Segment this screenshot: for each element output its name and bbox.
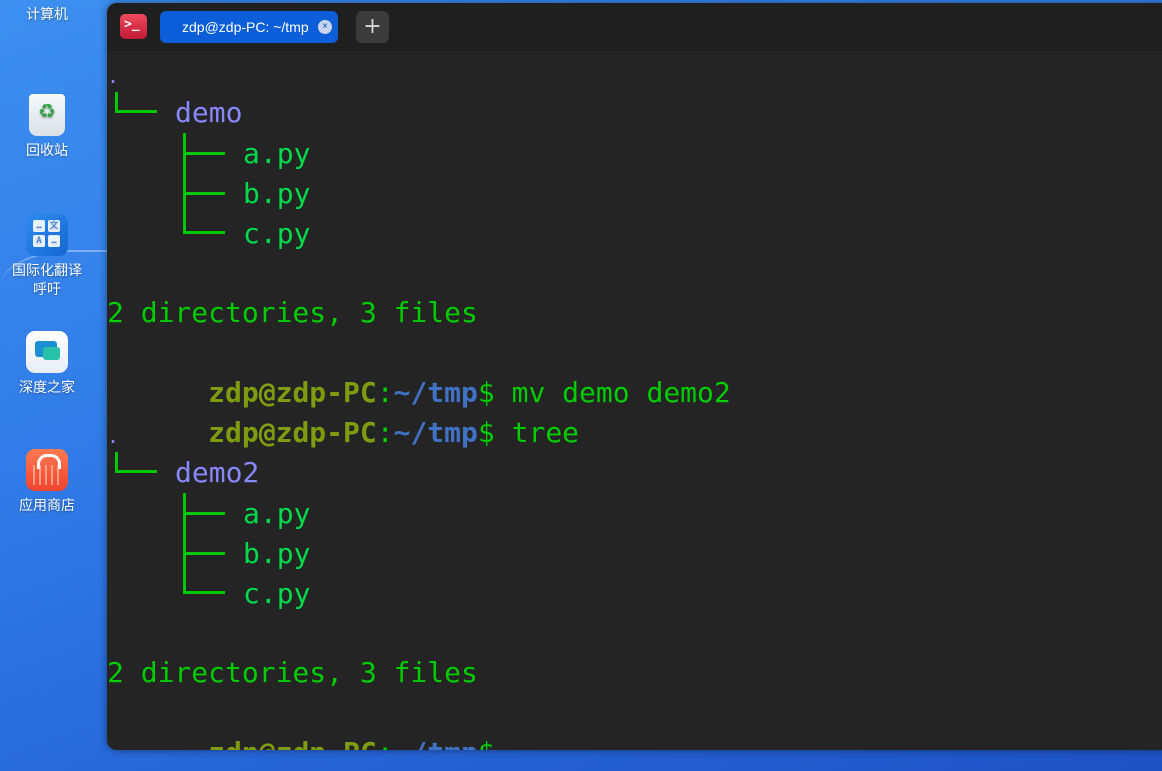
prompt-user: zdp@zdp-PC xyxy=(208,736,377,750)
desktop-icon-label: 国际化翻译 呼吁 xyxy=(12,263,82,298)
tree-branch-line xyxy=(115,470,157,473)
prompt-dollar: $ xyxy=(477,416,495,449)
app-store-icon xyxy=(26,449,68,491)
tree-file: a.py xyxy=(243,497,311,530)
terminal-tab[interactable]: zdp@zdp-PC: ~/tmp × xyxy=(160,11,338,43)
tree-directory: demo2 xyxy=(175,456,260,489)
desktop-icon-label: 应用商店 xyxy=(19,498,75,514)
tree-file: c.py xyxy=(243,577,311,610)
tree-branch-line xyxy=(183,231,225,234)
terminal-app-icon[interactable]: >_ xyxy=(120,14,147,39)
tree-file: b.py xyxy=(243,537,311,570)
tree-root: . xyxy=(107,64,120,88)
desktop-icon-label: 计算机 xyxy=(26,7,68,23)
prompt-path: ~/tmp xyxy=(394,736,478,750)
desktop-icon-deepin-home[interactable]: 深度之家 xyxy=(0,331,94,398)
prompt-line: zdp@zdp-PC:~/tmp$ mv demo demo2 xyxy=(107,333,731,409)
translate-icon: … 文 A … xyxy=(26,214,68,256)
desktop-icon-label: 回收站 xyxy=(26,143,68,159)
tree-directory: demo xyxy=(175,96,243,129)
tree-branch-line xyxy=(183,591,225,594)
tree-summary: 2 directories, 3 files xyxy=(107,296,478,329)
tree-branch-line xyxy=(183,192,225,195)
tree-branch-line xyxy=(183,552,225,555)
prompt-colon: : xyxy=(377,736,394,750)
tree-file: b.py xyxy=(243,177,311,210)
new-tab-button[interactable]: + xyxy=(356,11,389,43)
terminal-titlebar[interactable]: >_ zdp@zdp-PC: ~/tmp × + xyxy=(107,3,1162,51)
tree-branch-line xyxy=(115,110,157,113)
prompt-colon: : xyxy=(376,416,394,449)
close-icon[interactable]: × xyxy=(318,20,332,34)
tree-file: a.py xyxy=(243,137,311,170)
prompt-dollar: $ xyxy=(478,736,495,750)
desktop-icon-computer[interactable]: 计算机 xyxy=(0,0,94,25)
prompt-path: ~/tmp xyxy=(393,416,478,449)
tree-branch-line xyxy=(183,133,186,233)
prompt-line[interactable]: zdp@zdp-PC:~/tmp$ xyxy=(107,693,495,750)
command-text: tree xyxy=(494,416,580,449)
prompt-line: zdp@zdp-PC:~/tmp$ tree xyxy=(107,373,579,449)
desktop-icon-trash[interactable]: 回收站 xyxy=(0,94,94,161)
tree-file: c.py xyxy=(243,217,311,250)
tree-summary: 2 directories, 3 files xyxy=(107,656,478,689)
tree-root: . xyxy=(107,424,120,448)
prompt-user: zdp@zdp-PC xyxy=(208,416,377,449)
desktop-icon-label: 深度之家 xyxy=(19,380,75,396)
trash-icon xyxy=(29,94,65,136)
desktop-icon-translate[interactable]: … 文 A … 国际化翻译 呼吁 xyxy=(0,214,94,300)
tree-branch-line xyxy=(183,493,186,593)
desktop-icon-app-store[interactable]: 应用商店 xyxy=(0,449,94,516)
tree-branch-line xyxy=(183,152,225,155)
terminal-window[interactable]: >_ zdp@zdp-PC: ~/tmp × + . demo a.py b.p… xyxy=(107,3,1162,750)
deepin-home-icon xyxy=(26,331,68,373)
terminal-output[interactable]: . demo a.py b.py c.py 2 directories, 3 f… xyxy=(107,51,1162,750)
tree-branch-line xyxy=(183,512,225,515)
tab-title: zdp@zdp-PC: ~/tmp xyxy=(182,19,309,35)
